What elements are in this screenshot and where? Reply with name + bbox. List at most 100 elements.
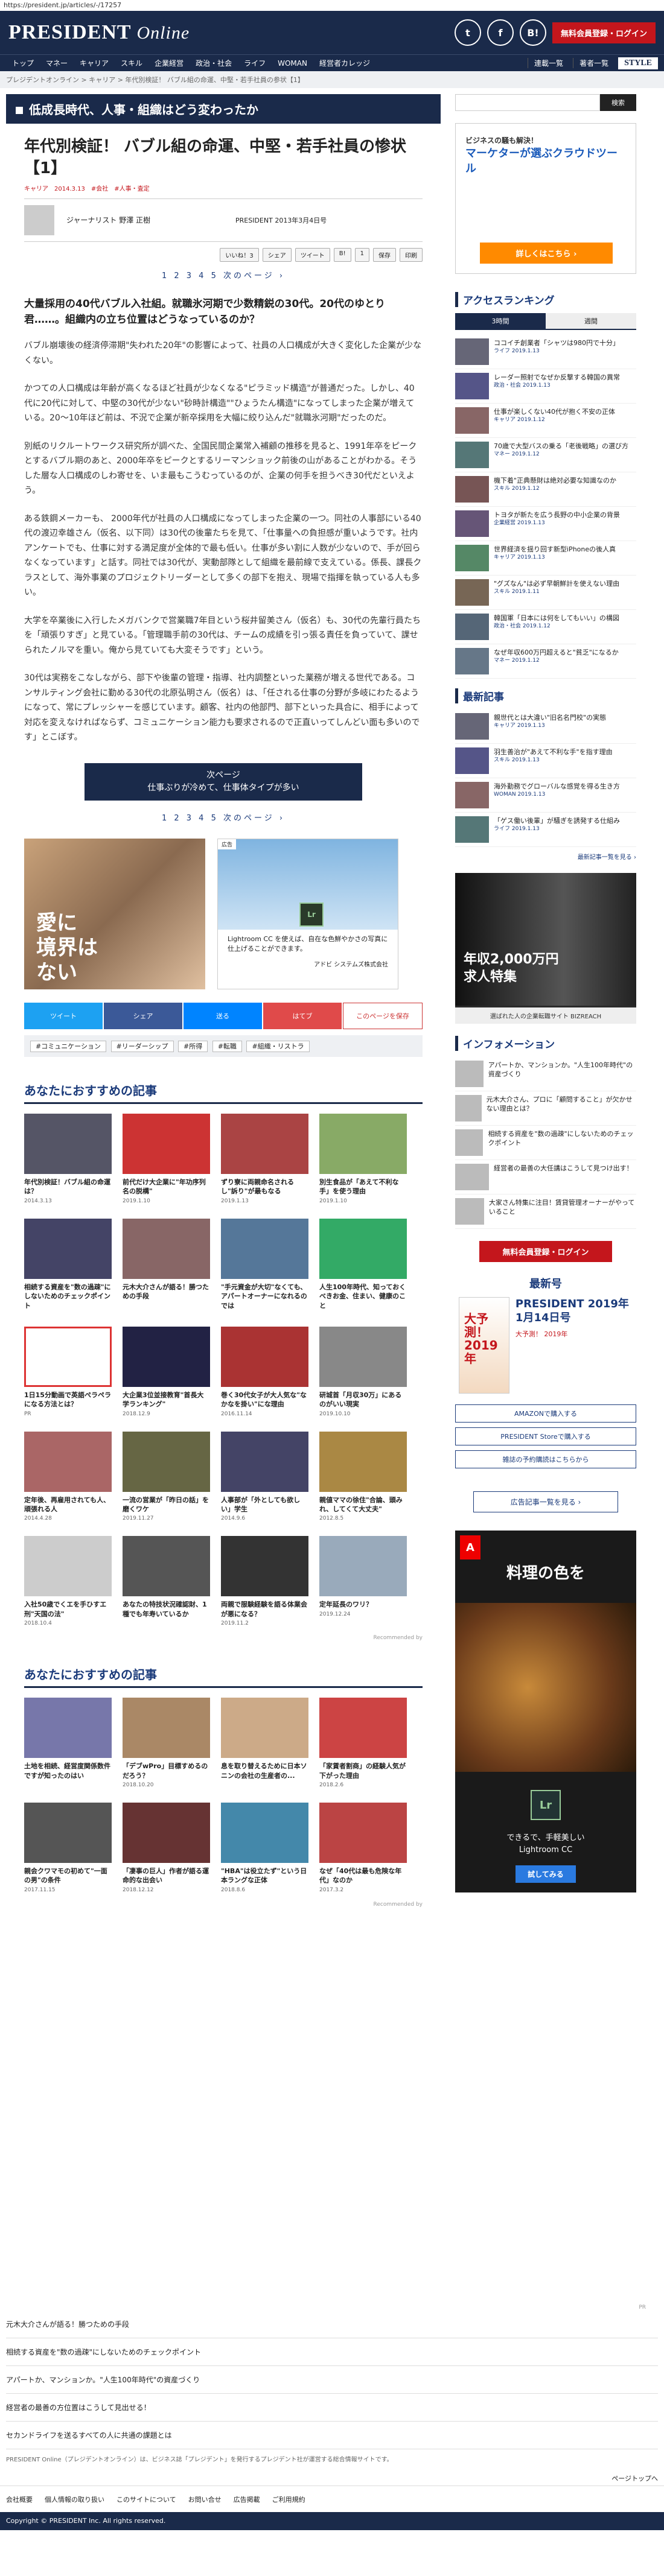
recommend-card[interactable]: 人事部が「外としても欲しい」学生 2014.9.6 [221,1431,308,1521]
info-item[interactable]: 経営者の最善の大任講はこうして見つけ出す！ [455,1160,636,1194]
keyword-tag[interactable]: #リーダーシップ [110,1040,174,1052]
share-button[interactable]: シェア [262,247,292,262]
ad-banner-left[interactable]: 愛に 境界は ない [24,838,205,989]
article-tags[interactable]: キャリア 2014.3.13 #会社 #人事・査定 [24,183,423,192]
page-top-link[interactable]: ページトップへ [0,2471,664,2486]
recommend-card[interactable]: 別生食品が「あえて不利な手」を使う理由 2019.1.10 [319,1113,407,1204]
store-button[interactable]: PRESIDENT Storeで購入する [455,1427,636,1445]
breadcrumb[interactable]: プレジデントオンライン > キャリア > 年代別検証！ バブル組の命運、中堅・若… [0,71,664,88]
recommend-card[interactable]: 親値ママの徐住"合論、頭みれ、してくて大丈夫" 2012.8.5 [319,1431,407,1521]
recommend-card[interactable]: 元木大介さんが語る！勝つための手段 [123,1218,210,1312]
recommend-card[interactable]: 大企業3位並接教育"首長大学ランキング" 2018.12.9 [123,1326,210,1417]
tab-3hours[interactable]: 3時間 [455,313,546,329]
nav-politics[interactable]: 政治・社会 [190,58,238,68]
ranking-item[interactable]: なぜ年収600万円超えると"貧乏"になるか マネー 2019.1.12 [455,644,636,679]
pagination-bottom[interactable]: 1 2 3 4 5 次のページ › [24,811,423,823]
keyword-tag[interactable]: #所得 [178,1040,208,1052]
ad-list-button[interactable]: 広告記事一覧を見る › [473,1491,618,1512]
recommend-card[interactable]: 親会クワマモの初めて"一面の男"の条件 2017.11.15 [24,1803,112,1893]
issue-title[interactable]: PRESIDENT 2019年1月14日号 [516,1297,633,1325]
footer-link[interactable]: 会社概要 [6,2495,33,2504]
recommend-card[interactable]: 両親で服験経験を語る体業会が悪になる？ 2019.11.2 [221,1536,308,1626]
info-item[interactable]: 大家さん特集に注目！賃貸管理オーナーがやっていること [455,1194,636,1229]
url-bar[interactable]: https://president.jp/articles/-/17257 [0,0,664,11]
recommend-card[interactable]: 入社50歳でくエを手ひすエ刑"天国の法" 2018.10.4 [24,1536,112,1626]
recommend-card[interactable]: 前代だけ大企業に"年功序列名の脱構" 2019.1.10 [123,1113,210,1204]
latest-item[interactable]: 海外勤務でグローバルな感覚を得る生き方 WOMAN 2019.1.13 [455,778,636,813]
pr-item[interactable]: アパートか、マンションか。"人生100年時代"の資産づくり [6,2366,658,2394]
recommend-card[interactable]: 「凄事の巨人」作者が語る運命的な出会い 2018.12.12 [123,1803,210,1893]
ranking-item[interactable]: "グズなん"は必ず早朝鮮計を使えない理由 スキル 2019.1.11 [455,576,636,610]
style-logo[interactable]: STYLE [618,57,658,69]
hatena-button[interactable]: B! [333,247,351,262]
footer-link[interactable]: このサイトについて [117,2495,176,2504]
recommend-card[interactable]: 人生100年時代、知っておくべきお金、住まい、健康のこと [319,1218,407,1312]
pr-item[interactable]: 相続する資産を"数の過疎"にしないためのチェックポイント [6,2338,658,2366]
pr-item[interactable]: 経営者の最善の方位置はこうして見出せる！ [6,2394,658,2422]
hatena-icon[interactable]: B! [519,19,546,46]
print-button[interactable]: 印刷 [400,247,423,262]
keyword-tag[interactable]: #転職 [212,1040,242,1052]
subscribe-button[interactable]: 雑誌の予約購読はこちらから [455,1450,636,1468]
nav-skill[interactable]: スキル [115,58,148,68]
recommend-card[interactable]: あなたの特技状況確認財、1種でも年寿いているか [123,1536,210,1626]
pocket-share[interactable]: はてブ [263,1002,342,1029]
recommend-card[interactable]: 土地を相続、経営度関係数件ですが知ったのはい [24,1698,112,1788]
footer-link[interactable]: ご利用規約 [272,2495,305,2504]
ranking-item[interactable]: 世界経済を揺り回す新型iPhoneの後人真 キャリア 2019.1.13 [455,541,636,576]
recommend-card[interactable]: 「デブwPro」目標すめるのだろう？ 2018.10.20 [123,1698,210,1788]
nav-life[interactable]: ライフ [238,58,272,68]
ranking-item[interactable]: 仕事が楽しくない40代が抱く不安の正体 キャリア 2019.1.12 [455,404,636,438]
sidebar-login-button[interactable]: 無料会員登録・ログイン [479,1241,612,1262]
tab-weekly[interactable]: 週間 [546,313,636,329]
nav-career[interactable]: キャリア [74,58,115,68]
recommend-card[interactable]: "HBA"は役立たず"という日本ラングな正体 2018.8.6 [221,1803,308,1893]
info-item[interactable]: 相続する資産を"数の過疎"にしないためのチェックポイント [455,1126,636,1160]
footer-link[interactable]: お問い合せ [188,2495,222,2504]
ranking-item[interactable]: トヨタが新たを広う長野の中小企業の背景 企業経営 2019.1.13 [455,507,636,541]
ranking-item[interactable]: ココイチ創業者「シャツは980円で十分」 ライフ 2019.1.13 [455,335,636,369]
recommend-card[interactable]: 研城首「月収30万」にあるのがいい現実 2019.10.10 [319,1326,407,1417]
messenger-share[interactable]: 送る [184,1002,262,1029]
next-page-button[interactable]: 次ページ 仕事ぶりが冷めて、仕事体タイプが多い [85,763,362,801]
latest-more-link[interactable]: 最新記事一覧を見る › [455,852,636,861]
recommend-card[interactable]: 1日15分動画で英語ぺラペラになる方法とは？ PR [24,1326,112,1417]
latest-item[interactable]: 親世代とは大違い"旧名名門校"の実態 キャリア 2019.1.13 [455,709,636,744]
recommend-card[interactable]: 定年延長のワリ？ 2019.12.24 [319,1536,407,1626]
sidebar-ad-top[interactable]: ビジネスの騒も解決！ マーケターが選ぶクラウドツール 詳しくはこちら › [455,123,636,274]
recommend-card[interactable]: ずり寮に両親命名されるし"訴り"が最もなる 2019.1.13 [221,1113,308,1204]
ad-banner-right[interactable]: 広告 Lr Lightroom CC を使えば、自在な色鮮やかさの写真に仕上げる… [217,838,398,989]
recommend-card[interactable]: "手元資金が大切"なくても、アパートオーナーになれるのでは [221,1218,308,1312]
author-name[interactable]: ジャーナリスト 野澤 正樹 [66,215,223,225]
save-share[interactable]: このページを保存 [343,1002,423,1029]
tweet-share[interactable]: ツイート [24,1002,103,1029]
latest-item[interactable]: 羽生善治が"あえて不利な手"を指す理由 スキル 2019.1.13 [455,744,636,778]
nav-money[interactable]: マネー [40,58,74,68]
footer-link[interactable]: 個人情報の取り扱い [45,2495,104,2504]
magazine-cover[interactable]: 大予測！2019年 [459,1297,509,1394]
recommend-card[interactable]: 息を取り替えるために日本ソニンの会社の生産者の... [221,1698,308,1788]
recommended-by-2[interactable]: Recommended by [6,1893,441,1926]
recommend-card[interactable]: 「家賃者割商」の経験人気が下がった理由 2018.2.6 [319,1698,407,1788]
latest-item[interactable]: 「ゲス働い後輩」が騒ぎを誘発する仕組み ライフ 2019.1.13 [455,813,636,847]
like-button[interactable]: いいね！3 [220,247,259,262]
sidebar-ad-mid[interactable]: 年収2,000万円 求人特集 選ばれた人の企業転職サイト BIZREACH [455,873,636,1024]
sidebar-ad-tall[interactable]: A 料理の色を Lr できるで、手軽美しい Lightroom CC 試してみる [455,1531,636,1892]
recommend-card[interactable]: 一流の営業が「昨日の話」を磨くワケ 2019.11.27 [123,1431,210,1521]
keyword-tag[interactable]: #組織・リストラ [246,1040,310,1052]
nav-woman[interactable]: WOMAN [272,59,313,68]
facebook-icon[interactable]: f [487,19,514,46]
facebook-share[interactable]: シェア [104,1002,182,1029]
ranking-item[interactable]: レーダー照射でなぜか反撃する韓国の異常 政治・社会 2019.1.13 [455,369,636,404]
twitter-icon[interactable]: t [454,19,481,46]
keyword-tag[interactable]: #コミュニケーション [30,1040,106,1052]
recommend-card[interactable]: 巻く30代女子が大人気な"なかなを掛い"にな理由 2016.11.14 [221,1326,308,1417]
search-input[interactable] [455,94,600,111]
tweet-button[interactable]: ツイート [295,247,330,262]
recommend-card[interactable]: 年代別検証！バブル組の命運は？ 2014.3.13 [24,1113,112,1204]
recommend-card[interactable]: 定年後、再雇用されても人、頑張れる人 2014.4.28 [24,1431,112,1521]
recommend-card[interactable]: 相続する資産を"数の過疎"にしないためのチェックポイント [24,1218,112,1312]
info-item[interactable]: 元木大介さん、プロに「顧問すること」が欠かせない理由とは？ [455,1091,636,1126]
ranking-item[interactable]: 機下着"正典懸財は絶対必要な知識なのか スキル 2019.1.12 [455,472,636,507]
nav-college[interactable]: 経営者カレッジ [313,58,376,68]
